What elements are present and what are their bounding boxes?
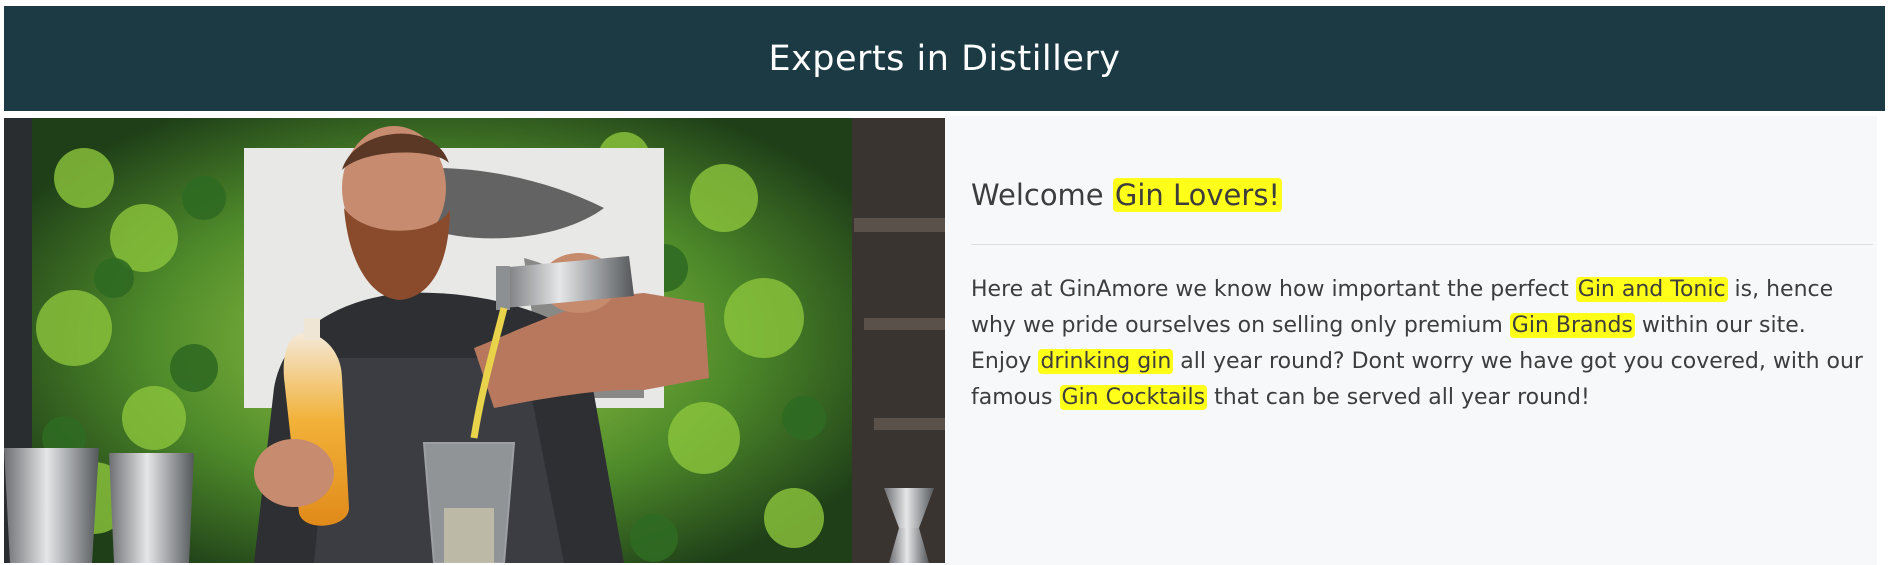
welcome-heading: Welcome Gin Lovers! — [971, 178, 1283, 212]
link-gin-and-tonic[interactable]: Gin and Tonic — [1575, 277, 1728, 302]
intro-paragraph: Here at GinAmore we know how important t… — [971, 272, 1873, 416]
link-gin-brands[interactable]: Gin Brands — [1509, 313, 1635, 338]
hero-image — [4, 118, 945, 563]
page-title: Experts in Distillery — [768, 38, 1121, 79]
welcome-heading-prefix: Welcome — [971, 178, 1113, 212]
paragraph-text: that can be served all year round! — [1207, 385, 1590, 410]
header-banner: Experts in Distillery — [4, 6, 1885, 111]
paragraph-text: Here at GinAmore we know how important t… — [971, 277, 1576, 302]
bartender-pouring-gin-icon — [4, 118, 945, 563]
welcome-heading-highlight: Gin Lovers! — [1112, 178, 1283, 212]
page: Experts in Distillery Welcome Gin Lovers… — [0, 0, 1889, 565]
link-gin-cocktails[interactable]: Gin Cocktails — [1059, 385, 1208, 410]
divider — [971, 244, 1873, 245]
intro-section: Welcome Gin Lovers! Here at GinAmore we … — [945, 116, 1877, 565]
link-drinking-gin[interactable]: drinking gin — [1038, 349, 1174, 374]
